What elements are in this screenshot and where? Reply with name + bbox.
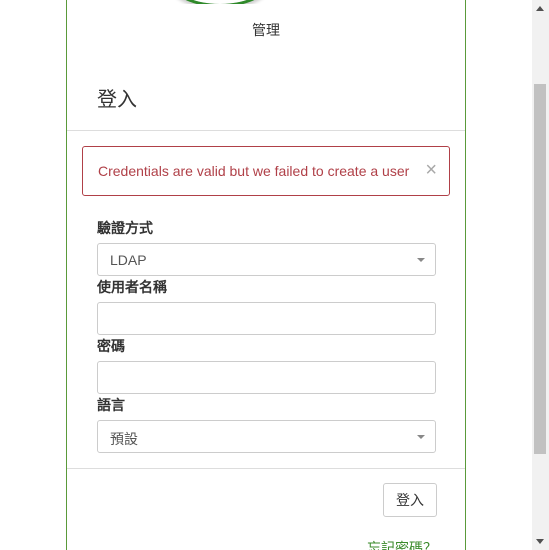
scroll-up-icon[interactable] [536,6,544,11]
scroll-down-icon[interactable] [536,539,544,544]
auth-method-value: LDAP [110,252,147,268]
language-value: 預設 [110,431,138,447]
language-select[interactable]: 預設 [97,420,436,453]
username-label: 使用者名稱 [97,279,167,295]
login-panel: 管理 登入 Credentials are valid but we faile… [66,0,466,550]
auth-method-label: 驗證方式 [97,220,153,236]
panel-heading: 登入 [97,89,137,111]
error-alert: Credentials are valid but we failed to c… [82,146,450,196]
chevron-down-icon [417,258,425,262]
password-label: 密碼 [97,338,125,354]
password-input[interactable] [97,361,436,394]
app-subtitle: 管理 [252,22,280,38]
scrollbar-thumb[interactable] [534,84,546,454]
close-icon[interactable]: × [425,160,437,180]
login-button[interactable]: 登入 [383,483,437,517]
language-label: 語言 [97,397,125,413]
username-input[interactable] [97,302,436,335]
app-logo [165,0,275,4]
auth-method-select[interactable]: LDAP [97,243,436,276]
alert-message: Credentials are valid but we failed to c… [98,163,410,179]
chevron-down-icon [417,435,425,439]
vertical-scrollbar[interactable] [532,0,549,550]
footer-divider [67,468,465,469]
browser-viewport: 管理 登入 Credentials are valid but we faile… [0,0,549,550]
forgot-password-link[interactable]: 忘記密碼？ [367,538,437,550]
heading-divider [67,130,465,131]
